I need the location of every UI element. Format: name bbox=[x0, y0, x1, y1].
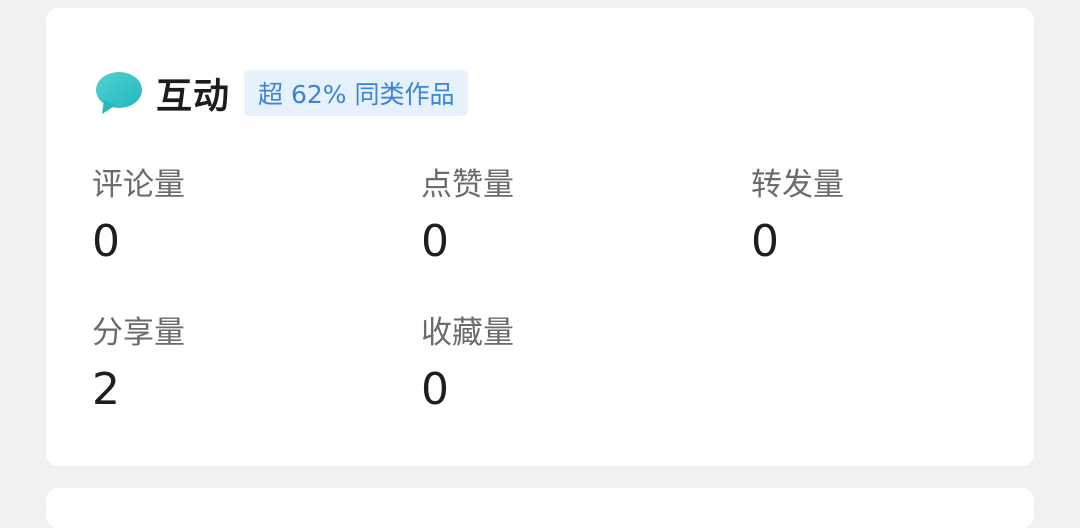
stat-value: 0 bbox=[751, 216, 779, 267]
stat-shares: 分享量 2 bbox=[92, 313, 392, 415]
stat-comments: 评论量 0 bbox=[92, 165, 392, 267]
stat-favorites: 收藏量 0 bbox=[421, 313, 721, 415]
stat-likes: 点赞量 0 bbox=[421, 165, 721, 267]
stat-label: 收藏量 bbox=[421, 315, 514, 351]
stat-label: 转发量 bbox=[751, 167, 844, 203]
chat-bubble-icon bbox=[96, 72, 142, 114]
section-header: 互动 超 62% 同类作品 bbox=[94, 64, 469, 122]
stat-label: 分享量 bbox=[92, 315, 185, 351]
stat-label: 评论量 bbox=[92, 167, 185, 203]
section-title: 互动 bbox=[156, 76, 231, 117]
stat-value: 0 bbox=[421, 364, 449, 415]
next-card bbox=[46, 488, 1034, 528]
ranking-badge: 超 62% 同类作品 bbox=[244, 70, 469, 116]
stat-value: 0 bbox=[92, 216, 120, 267]
stat-reposts: 转发量 0 bbox=[751, 165, 1051, 267]
stat-label: 点赞量 bbox=[421, 167, 514, 203]
interaction-card: 互动 超 62% 同类作品 评论量 0 点赞量 0 转发量 0 分享量 2 收藏… bbox=[46, 8, 1034, 466]
stat-value: 2 bbox=[92, 364, 120, 415]
stat-value: 0 bbox=[421, 216, 449, 267]
